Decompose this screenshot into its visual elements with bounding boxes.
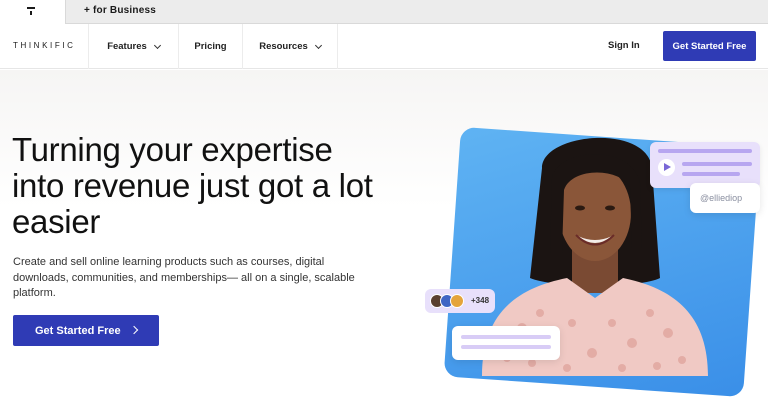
nav-item-resources[interactable]: Resources bbox=[242, 24, 338, 69]
text-line bbox=[461, 345, 551, 349]
avatar bbox=[450, 294, 464, 308]
video-lesson-card bbox=[650, 142, 760, 188]
hero-headline: Turning your expertise into revenue just… bbox=[12, 131, 373, 240]
nav-item-label: Pricing bbox=[194, 41, 227, 52]
product-switcher-bar: + for Business bbox=[0, 0, 768, 24]
text-line bbox=[682, 162, 752, 166]
main-nav: THINKIFIC Features Pricing Resources bbox=[0, 24, 768, 69]
chevron-down-icon bbox=[314, 41, 322, 49]
get-started-hero-button[interactable]: Get Started Free bbox=[13, 315, 159, 346]
content-placeholder-card bbox=[452, 326, 560, 360]
cta-label: Get Started Free bbox=[35, 324, 121, 337]
chevron-down-icon bbox=[153, 41, 161, 49]
progress-line bbox=[658, 149, 752, 153]
hero-subtext: Create and sell online learning products… bbox=[13, 256, 355, 299]
nav-item-label: Resources bbox=[259, 41, 308, 52]
thinkific-logo[interactable]: THINKIFIC bbox=[13, 41, 76, 50]
creator-handle-card: @elliediop bbox=[690, 183, 760, 213]
nav-item-pricing[interactable]: Pricing bbox=[178, 24, 242, 69]
text-line bbox=[682, 172, 740, 176]
play-icon bbox=[658, 159, 675, 176]
nav-item-label: Features bbox=[107, 41, 147, 52]
community-members-pill: +348 bbox=[425, 289, 495, 313]
sign-in-link[interactable]: Sign In bbox=[608, 40, 640, 51]
member-count: +348 bbox=[471, 296, 490, 305]
thinkific-mark-stem-icon bbox=[30, 11, 32, 15]
get-started-nav-button[interactable]: Get Started Free bbox=[663, 31, 756, 61]
text-line bbox=[461, 335, 551, 339]
thinkific-home-tab[interactable] bbox=[0, 0, 66, 24]
for-business-link[interactable]: + for Business bbox=[84, 5, 156, 16]
nav-item-features[interactable]: Features bbox=[88, 24, 178, 69]
chevron-right-icon bbox=[129, 325, 139, 335]
thinkific-mark-icon bbox=[27, 7, 35, 9]
